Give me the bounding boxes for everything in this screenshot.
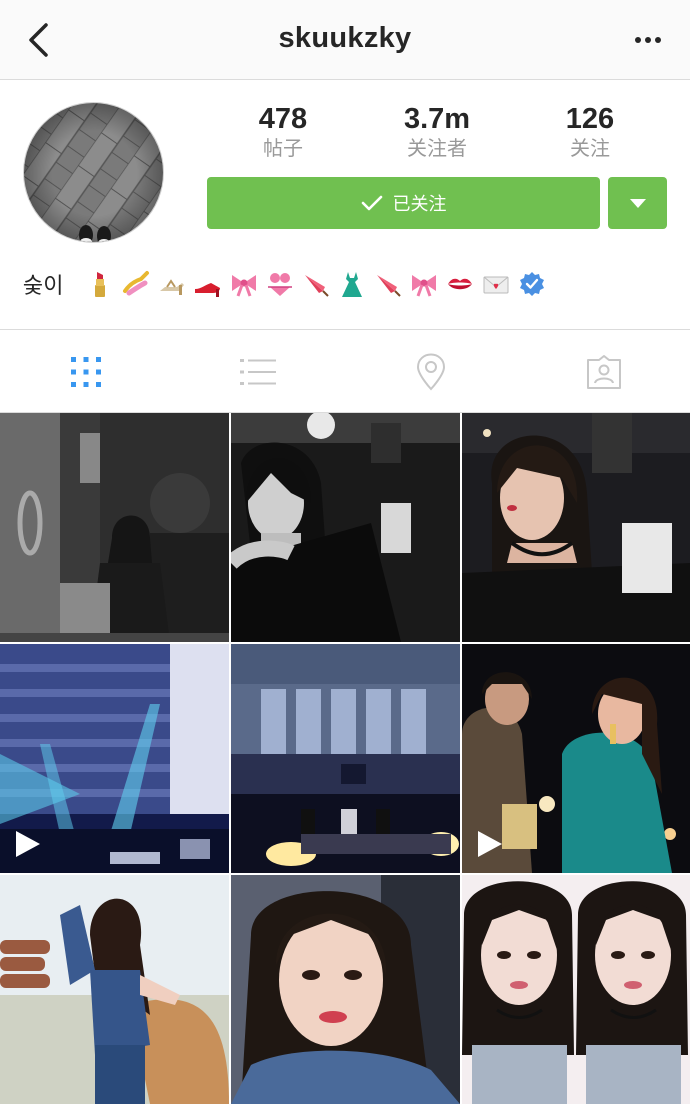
tab-location[interactable] — [345, 331, 517, 413]
profile-view-tabs — [0, 331, 690, 413]
following-button[interactable]: 已关注 — [207, 177, 600, 229]
bio-name: 숮이 — [23, 274, 64, 299]
posts-label: 帖子 — [263, 136, 303, 160]
love-letter-icon — [483, 276, 509, 294]
tab-list-view[interactable] — [172, 331, 344, 413]
followers-label: 关注者 — [407, 136, 467, 160]
nail-polish-icon — [123, 271, 150, 296]
post-thumbnail[interactable] — [0, 413, 229, 642]
posts-stat[interactable]: 478 帖子 — [213, 102, 353, 160]
grid-icon — [71, 357, 101, 387]
following-stat[interactable]: 126 关注 — [520, 102, 660, 160]
profile-header: 478 帖子 3.7m 关注者 126 关注 已关注 숮이 — [0, 80, 690, 330]
post-thumbnail[interactable] — [462, 413, 690, 642]
tab-grid-view[interactable] — [0, 331, 172, 413]
checkmark-icon — [361, 194, 383, 212]
following-button-label: 已关注 — [392, 194, 447, 215]
more-options-button[interactable] — [628, 26, 668, 54]
profile-username-title: skuukzky — [278, 22, 412, 54]
suggested-accounts-dropdown-button[interactable] — [608, 177, 667, 229]
dress-icon — [342, 272, 363, 297]
triangle-down-icon — [629, 198, 646, 208]
more-horizontal-icon — [635, 37, 661, 43]
kiss-mark-icon — [448, 278, 473, 290]
video-play-icon — [478, 831, 502, 857]
lipstick-icon — [95, 272, 106, 297]
closed-umbrella-icon — [377, 275, 402, 297]
top-nav-bar: skuukzky — [0, 0, 690, 80]
post-thumbnail[interactable] — [462, 875, 690, 1104]
post-thumbnail[interactable] — [231, 875, 460, 1104]
posts-count: 478 — [258, 103, 308, 135]
tagged-person-icon — [587, 355, 621, 389]
closed-umbrella-icon — [305, 275, 330, 297]
bikini-icon — [268, 273, 293, 296]
sandal-icon — [160, 279, 185, 295]
high-heel-icon — [195, 283, 221, 297]
ribbon-icon — [232, 275, 257, 297]
avatar[interactable] — [23, 102, 164, 243]
tab-tagged[interactable] — [518, 331, 690, 413]
post-thumbnail[interactable] — [231, 644, 460, 873]
video-play-icon — [16, 831, 40, 857]
followers-stat[interactable]: 3.7m 关注者 — [367, 102, 507, 160]
bio: 숮이 — [23, 266, 553, 302]
post-thumbnail[interactable] — [0, 875, 229, 1104]
following-label: 关注 — [570, 136, 610, 160]
location-pin-icon — [416, 353, 446, 391]
following-count: 126 — [565, 103, 615, 135]
ribbon-icon — [412, 275, 437, 297]
verified-badge-icon — [520, 272, 545, 296]
post-thumbnail[interactable] — [462, 644, 690, 873]
post-thumbnail[interactable] — [0, 644, 229, 873]
post-thumbnail[interactable] — [231, 413, 460, 642]
list-icon — [240, 359, 276, 385]
followers-count: 3.7m — [403, 103, 471, 135]
